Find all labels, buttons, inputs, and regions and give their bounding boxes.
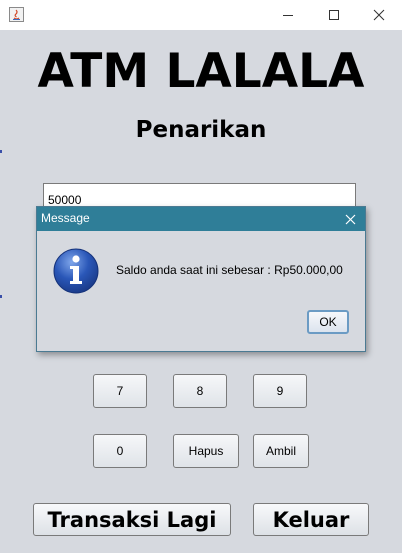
- minimize-button[interactable]: [265, 0, 311, 30]
- message-dialog: Message Saldo anda saat ini sebesar : Rp…: [36, 206, 366, 352]
- java-app-icon: [9, 7, 24, 22]
- ambil-button[interactable]: Ambil: [253, 434, 309, 468]
- info-icon: [53, 248, 99, 294]
- close-icon: [345, 214, 355, 224]
- edge-mark: [0, 150, 2, 153]
- app-window: ATM LALALA Penarikan 50000 7 8 9 0 Hapus…: [0, 0, 402, 553]
- transaksi-lagi-button[interactable]: Transaksi Lagi: [33, 503, 231, 536]
- edge-mark: [0, 295, 2, 298]
- keypad-9-button[interactable]: 9: [253, 374, 307, 408]
- title-bar: [0, 0, 402, 30]
- dialog-title-bar[interactable]: Message: [37, 207, 365, 231]
- ok-button[interactable]: OK: [307, 310, 349, 334]
- page-title: Penarikan: [135, 117, 267, 143]
- dialog-message: Saldo anda saat ini sebesar : Rp50.000,0…: [116, 263, 343, 277]
- hapus-button[interactable]: Hapus: [173, 434, 239, 468]
- app-heading: ATM LALALA: [37, 44, 365, 99]
- close-button[interactable]: [356, 0, 402, 30]
- maximize-icon: [329, 10, 339, 20]
- maximize-button[interactable]: [311, 0, 357, 30]
- keypad-8-button[interactable]: 8: [173, 374, 227, 408]
- dialog-close-button[interactable]: [337, 208, 363, 230]
- keluar-button[interactable]: Keluar: [253, 503, 369, 536]
- dialog-title: Message: [41, 211, 90, 225]
- keypad-0-button[interactable]: 0: [93, 434, 147, 468]
- minimize-icon: [283, 15, 293, 16]
- keypad-7-button[interactable]: 7: [93, 374, 147, 408]
- close-icon: [373, 9, 385, 21]
